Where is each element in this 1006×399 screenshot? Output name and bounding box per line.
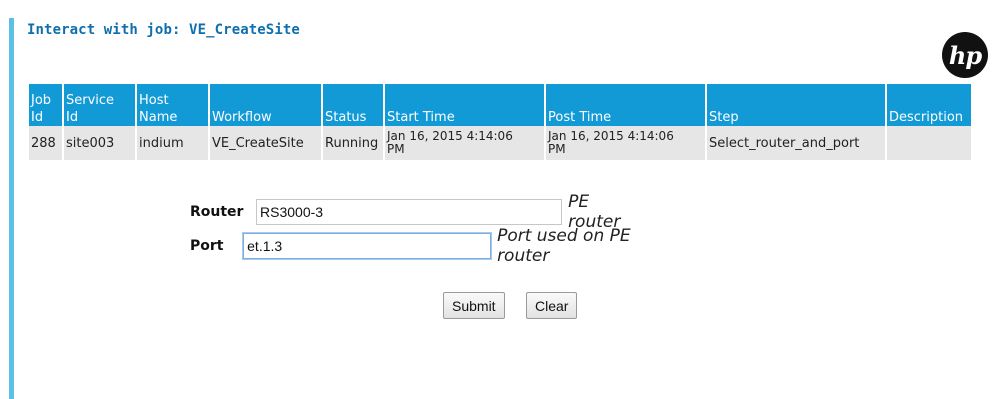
column-header-description: Description <box>887 84 971 126</box>
cell-status: Running <box>323 126 383 160</box>
cell-job-id: 288 <box>29 126 62 160</box>
column-header-status: Status <box>323 84 383 126</box>
table-header-row: Job Id Service Id Host Name Workflow Status… <box>29 84 971 126</box>
hp-logo-text: hp <box>948 40 982 70</box>
cell-workflow: VE_CreateSite <box>210 126 321 160</box>
hp-logo: hp <box>942 32 988 78</box>
cell-post-time: Jan 16, 2015 4:14:06 PM <box>546 126 705 160</box>
port-label: Port <box>190 238 224 254</box>
cell-step: Select_router_and_port <box>707 126 885 160</box>
port-row: Port Port used on PE router <box>190 226 642 266</box>
port-hint: Port used on PE router <box>497 226 631 266</box>
router-label: Router <box>190 204 244 220</box>
cell-start-time: Jan 16, 2015 4:14:06 PM <box>385 126 544 160</box>
page-title: Interact with job: VE_CreateSite <box>27 22 300 38</box>
table-row: 288 site003 indium VE_CreateSite Running… <box>29 126 971 160</box>
left-accent-bar <box>9 18 14 399</box>
column-header-job-id: Job Id <box>29 84 62 126</box>
job-table: Job Id Service Id Host Name Workflow Status… <box>27 84 973 160</box>
column-header-service-id: Service Id <box>64 84 135 126</box>
column-header-host-name: Host Name <box>137 84 208 126</box>
port-input[interactable] <box>243 233 492 259</box>
column-header-workflow: Workflow <box>210 84 321 126</box>
clear-button[interactable]: Clear <box>526 292 578 319</box>
cell-service-id: site003 <box>64 126 135 160</box>
cell-description <box>887 126 971 160</box>
cell-host-name: indium <box>137 126 208 160</box>
router-input[interactable] <box>256 199 563 225</box>
column-header-start-time: Start Time <box>385 84 544 126</box>
submit-button[interactable]: Submit <box>443 292 505 319</box>
column-header-post-time: Post Time <box>546 84 705 126</box>
column-header-step: Step <box>707 84 885 126</box>
